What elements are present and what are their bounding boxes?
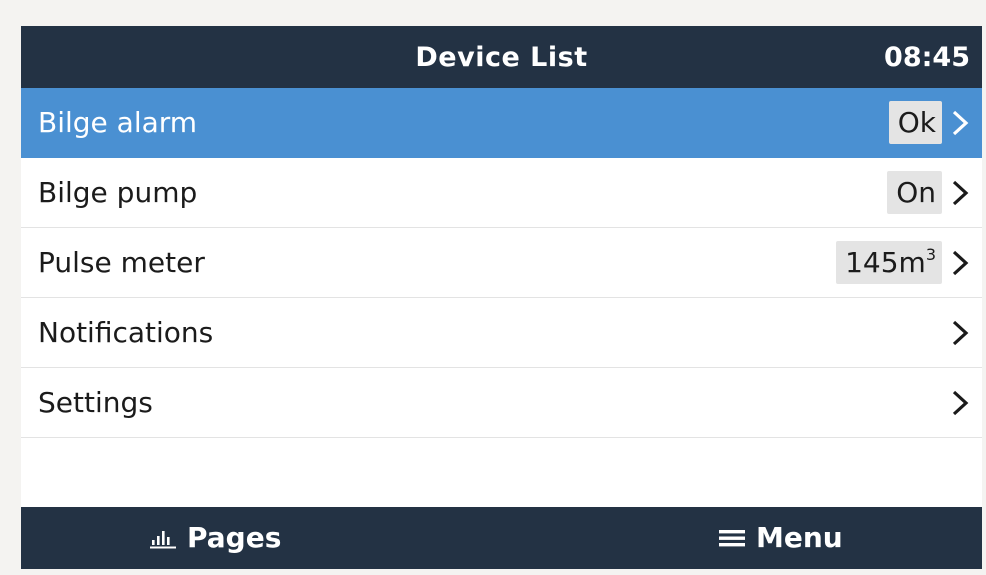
value-text: 145m <box>845 246 926 279</box>
chevron-right-icon <box>950 250 970 276</box>
pages-button[interactable]: Pages <box>149 507 281 569</box>
value-badge: 145m3 <box>836 241 942 284</box>
list-item-label: Settings <box>38 386 153 419</box>
list-item-label: Pulse meter <box>38 246 205 279</box>
list-item-settings[interactable]: Settings <box>21 368 982 438</box>
bar-chart-icon <box>149 527 177 549</box>
footer-bar: Pages Menu <box>21 507 982 569</box>
chevron-right-icon <box>950 110 970 136</box>
pages-label: Pages <box>187 521 282 554</box>
device-list: Bilge alarm Ok Bilge pump On Pulse meter… <box>21 88 982 438</box>
header-bar: Device List 08:45 <box>21 26 982 88</box>
status-badge: On <box>887 171 942 214</box>
chevron-right-icon <box>950 320 970 346</box>
hamburger-menu-icon <box>718 527 746 549</box>
value-unit-exponent: 3 <box>925 245 936 264</box>
list-item-bilge-pump[interactable]: Bilge pump On <box>21 158 982 228</box>
list-item-label: Notifications <box>38 316 214 349</box>
menu-button[interactable]: Menu <box>718 507 843 569</box>
clock: 08:45 <box>884 42 970 73</box>
menu-label: Menu <box>756 521 843 554</box>
page-title: Device List <box>415 42 588 73</box>
list-item-label: Bilge pump <box>38 176 198 209</box>
list-item-label: Bilge alarm <box>38 106 198 139</box>
status-badge: Ok <box>888 101 942 144</box>
list-item-pulse-meter[interactable]: Pulse meter 145m3 <box>21 228 982 298</box>
list-item-notifications[interactable]: Notifications <box>21 298 982 368</box>
device-list-screen: Device List 08:45 Bilge alarm Ok Bilge p… <box>21 26 982 569</box>
chevron-right-icon <box>950 390 970 416</box>
list-item-bilge-alarm[interactable]: Bilge alarm Ok <box>21 88 982 158</box>
chevron-right-icon <box>950 180 970 206</box>
